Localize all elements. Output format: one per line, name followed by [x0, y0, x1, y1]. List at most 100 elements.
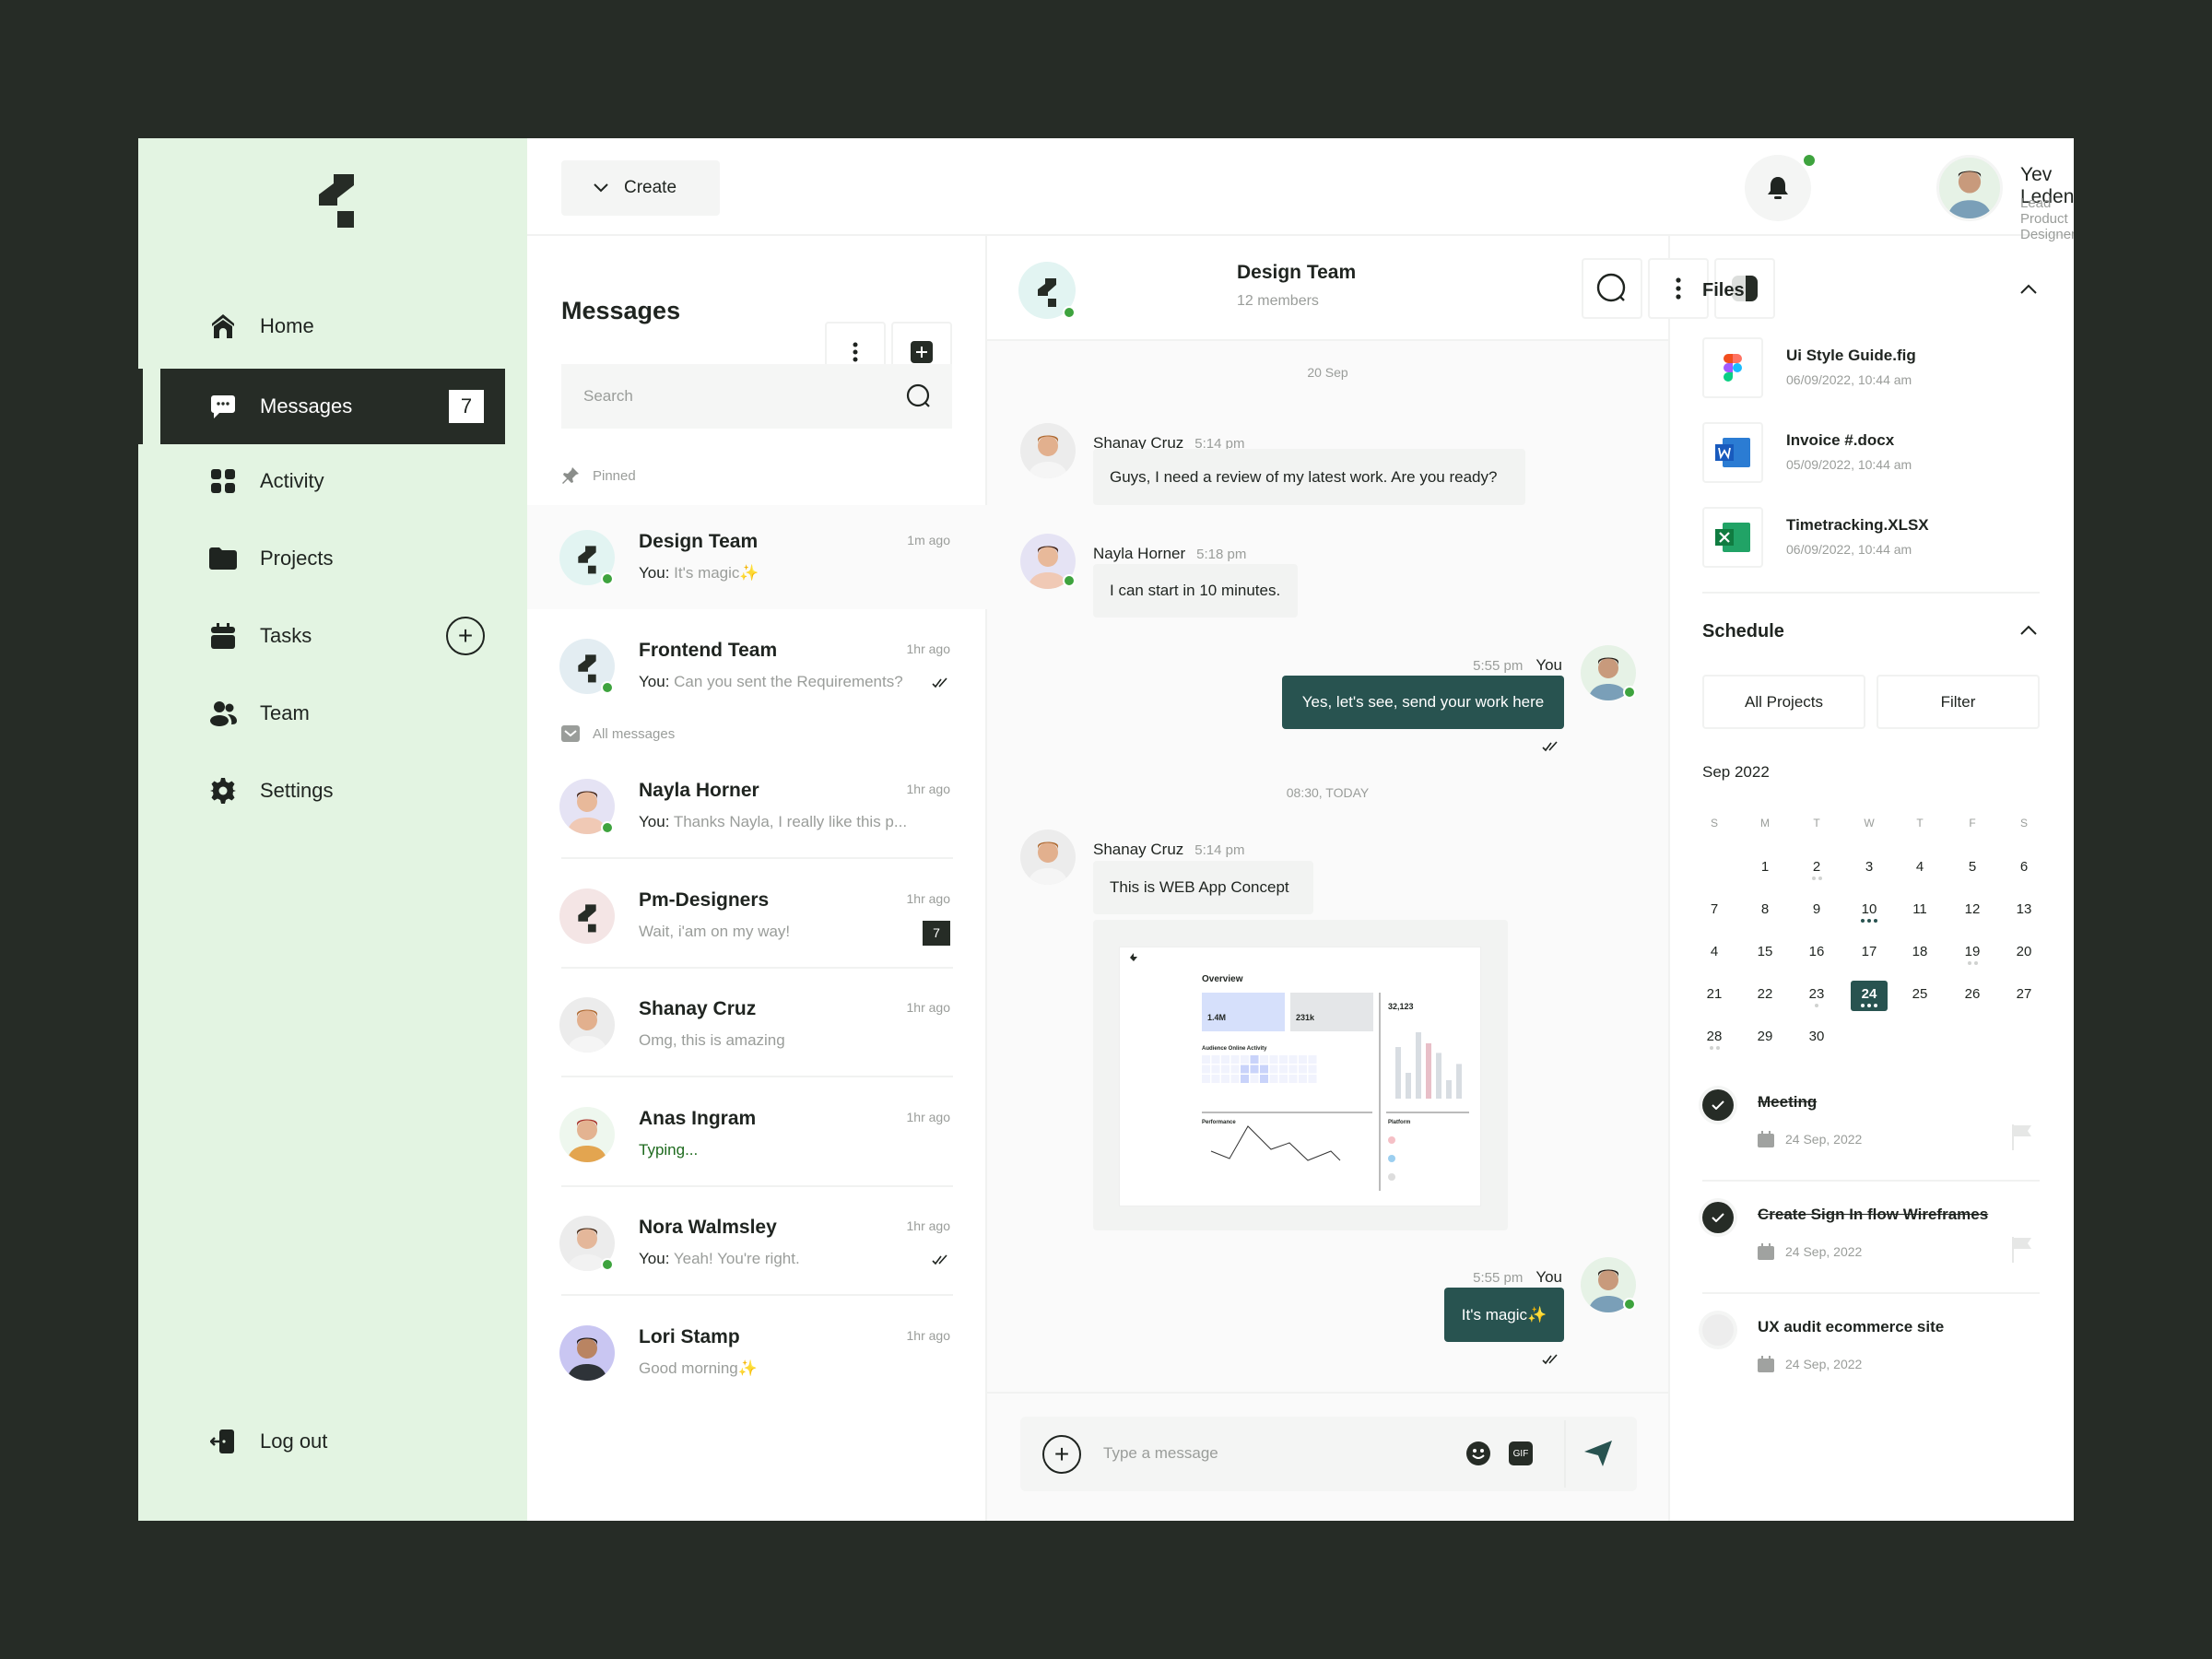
calendar-day[interactable]: 13: [2006, 901, 2042, 917]
all-projects-button[interactable]: All Projects: [1702, 675, 1865, 729]
heatmap-cell: [1260, 1075, 1268, 1083]
calendar-day[interactable]: 26: [1954, 986, 1991, 1002]
preview-text: Can you sent the Requirements?: [674, 673, 903, 690]
sidebar-item-home[interactable]: Home: [160, 288, 505, 364]
online-dot: [1623, 1298, 1636, 1311]
conversation-item[interactable]: Nayla Horner You: Thanks Nayla, I really …: [527, 754, 987, 859]
conversation-item[interactable]: Anas Ingram Typing... 1hr ago: [527, 1082, 987, 1187]
calendar-day[interactable]: 4: [1696, 944, 1733, 959]
web-app-concept-image[interactable]: Overview 1.4M 231k Audience Online Activ…: [1119, 947, 1481, 1206]
conversation-item[interactable]: Pm-Designers Wait, i'am on my way! 1hr ago…: [527, 864, 987, 969]
calendar-day[interactable]: 28: [1696, 1029, 1733, 1050]
calendar-icon: [1758, 1356, 1774, 1372]
calendar-day[interactable]: 23: [1798, 986, 1835, 1007]
calendar-day[interactable]: 21: [1696, 986, 1733, 1002]
figma-icon: [1702, 337, 1763, 398]
sidebar-item-settings[interactable]: Settings: [160, 753, 505, 829]
chat-header: Design Team 12 members: [987, 236, 1775, 341]
flag-icon[interactable]: [2012, 1124, 2032, 1150]
conversation-item[interactable]: Lori Stamp Good morning✨ 1hr ago: [527, 1300, 987, 1405]
flag-icon[interactable]: [2012, 1237, 2032, 1263]
user-avatar[interactable]: [1936, 155, 2003, 221]
sidebar-item-tasks[interactable]: Tasks +: [160, 598, 505, 674]
sender-avatar[interactable]: [1020, 423, 1076, 478]
heatmap-cell: [1299, 1055, 1307, 1064]
mini-bar: [1426, 1043, 1431, 1099]
message-input[interactable]: Type a message: [1103, 1444, 1218, 1463]
sidebar-item-projects[interactable]: Projects: [160, 521, 505, 596]
message-bubble: This is WEB App Concept: [1093, 861, 1313, 914]
conversation-item[interactable]: Shanay Cruz Omg, this is amazing 1hr ago: [527, 972, 987, 1077]
notifications-button[interactable]: [1745, 155, 1811, 221]
create-button[interactable]: Create: [561, 160, 720, 216]
file-item[interactable]: Timetracking.XLSX 06/09/2022, 10:44 am: [1702, 507, 2034, 568]
day-number: 22: [1757, 986, 1773, 1002]
calendar-day[interactable]: 16: [1798, 944, 1835, 959]
conversation-item[interactable]: Design Team You: It's magic✨ 1m ago: [527, 505, 987, 609]
task-checkbox[interactable]: [1702, 1089, 1734, 1121]
calendar-day[interactable]: 2: [1798, 859, 1835, 880]
day-number: 24: [1861, 986, 1877, 1002]
attach-button[interactable]: +: [1042, 1435, 1081, 1474]
sidebar-item-messages[interactable]: Messages 7: [160, 369, 505, 444]
conversation-item[interactable]: Frontend Team You: Can you sent the Requi…: [527, 614, 987, 718]
add-task-button[interactable]: +: [446, 617, 485, 655]
sender-avatar[interactable]: [1020, 830, 1076, 885]
file-item[interactable]: Invoice #.docx 05/09/2022, 10:44 am: [1702, 422, 2034, 483]
file-item[interactable]: Ui Style Guide.fig 06/09/2022, 10:44 am: [1702, 337, 2034, 398]
calendar-day[interactable]: 27: [2006, 986, 2042, 1002]
calendar-day[interactable]: 22: [1747, 986, 1783, 1002]
message-meta: Nayla Horner 5:18 pm: [1093, 545, 1246, 563]
app-window: Home Messages 7 Activity Projects Tasks + Team S…: [138, 138, 2074, 1521]
calendar-day[interactable]: 29: [1747, 1029, 1783, 1044]
calendar-day[interactable]: 7: [1696, 901, 1733, 917]
chevron-up-icon[interactable]: [2019, 284, 2038, 295]
heatmap-cell: [1269, 1065, 1278, 1074]
avatar: [559, 997, 615, 1053]
sidebar-item-activity[interactable]: Activity: [160, 443, 505, 519]
emoji-button[interactable]: [1466, 1441, 1490, 1470]
calendar-day[interactable]: 5: [1954, 859, 1991, 875]
conversation-item[interactable]: Nora Walmsley You: Yeah! You're right. 1hr…: [527, 1191, 987, 1296]
calendar-day[interactable]: 18: [1901, 944, 1938, 959]
calendar-day[interactable]: 4: [1901, 859, 1938, 875]
chevron-down-icon: [594, 183, 608, 193]
send-button[interactable]: [1584, 1441, 1612, 1471]
search-input[interactable]: Search: [561, 364, 952, 429]
calendar-day[interactable]: 19: [1954, 944, 1991, 965]
folder-icon: [208, 544, 238, 573]
conversation-preview: Wait, i'am on my way!: [639, 923, 790, 941]
gif-button[interactable]: GIF: [1509, 1441, 1533, 1465]
calendar-day[interactable]: 15: [1747, 944, 1783, 959]
calendar-day[interactable]: 30: [1798, 1029, 1835, 1044]
calendar-day[interactable]: 12: [1954, 901, 1991, 917]
mini-bar: [1406, 1073, 1411, 1099]
weekday-label: F: [1969, 817, 1976, 830]
calendar-day[interactable]: 3: [1851, 859, 1888, 875]
calendar-day[interactable]: 8: [1747, 901, 1783, 917]
heatmap-cell: [1308, 1055, 1317, 1064]
calendar-day[interactable]: 25: [1901, 986, 1938, 1002]
calendar-day[interactable]: 11: [1901, 901, 1938, 917]
calendar-day[interactable]: 1: [1747, 859, 1783, 875]
chevron-up-icon[interactable]: [2019, 625, 2038, 636]
heatmap-cell: [1202, 1065, 1210, 1074]
logout-button[interactable]: Log out: [160, 1404, 505, 1479]
heatmap-cell: [1250, 1075, 1259, 1083]
calendar-day[interactable]: 24: [1851, 981, 1888, 1011]
calendar-day[interactable]: 9: [1798, 901, 1835, 917]
filter-button[interactable]: Filter: [1877, 675, 2040, 729]
sidebar-item-team[interactable]: Team: [160, 676, 505, 751]
file-name: Ui Style Guide.fig: [1786, 347, 1916, 364]
brand-logo[interactable]: [319, 174, 354, 232]
send-icon: [1584, 1441, 1612, 1466]
task-checkbox[interactable]: [1702, 1202, 1734, 1233]
calendar-day[interactable]: 10: [1851, 901, 1888, 923]
chat-search-button[interactable]: [1582, 258, 1642, 319]
calendar-day[interactable]: 20: [2006, 944, 2042, 959]
calendar-day[interactable]: 17: [1851, 944, 1888, 959]
heatmap-cell: [1202, 1075, 1210, 1083]
calendar-day[interactable]: 6: [2006, 859, 2042, 875]
task-date-text: 24 Sep, 2022: [1785, 1357, 1863, 1371]
task-checkbox[interactable]: [1702, 1314, 1734, 1346]
